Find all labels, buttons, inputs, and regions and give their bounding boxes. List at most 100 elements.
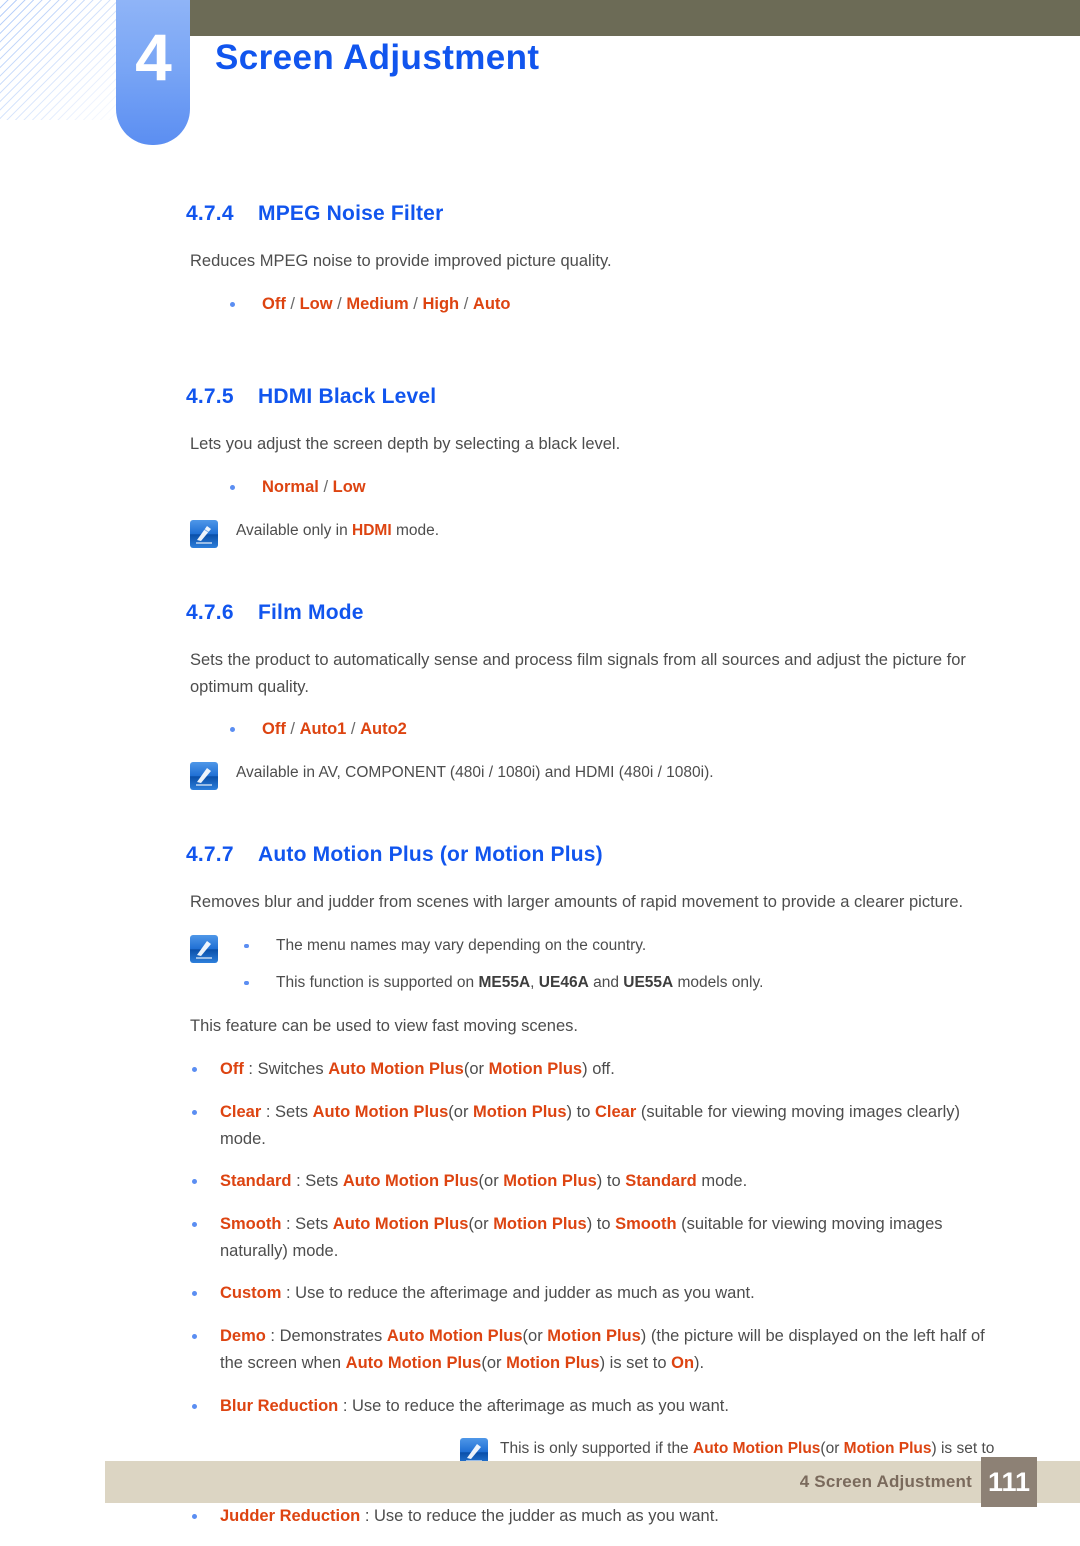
text: to (592, 1214, 616, 1233)
section-number: 4.7.7 (186, 843, 234, 867)
list-item: Clear : Sets Auto Motion Plus(or Motion … (0, 1099, 1010, 1152)
list-item: Off / Low / Medium / High / Auto (0, 291, 1010, 318)
term-motion-plus: Motion Plus (547, 1327, 641, 1346)
page-content: 4.7.4 MPEG Noise Filter Reduces MPEG nois… (0, 150, 1080, 1546)
and: and (588, 973, 624, 991)
text: is set to (936, 1440, 995, 1458)
note-pencil-icon (190, 762, 218, 791)
option-low: Low (332, 478, 366, 497)
section-body-4-7-4: Reduces MPEG noise to provide improved p… (190, 252, 612, 270)
list-item: The menu names may vary depending on the… (236, 934, 1080, 959)
list-item: Smooth : Sets Auto Motion Plus(or Motion… (0, 1211, 1010, 1264)
note-auto-motion-plus: The menu names may vary depending on the… (0, 934, 1080, 996)
text: : Demonstrates (265, 1327, 387, 1346)
list-item: Normal / Low (0, 474, 1010, 501)
term-auto-motion-plus: Auto Motion Plus (386, 1327, 523, 1346)
term-auto-motion-plus: Auto Motion Plus (312, 1102, 449, 1121)
separator: / (332, 294, 347, 313)
text: is set to (605, 1353, 672, 1372)
section-body-4-7-7-b: This feature can be used to view fast mo… (190, 1017, 578, 1036)
text: mode. (696, 1172, 748, 1191)
option-auto2: Auto2 (360, 720, 407, 739)
section-number: 4.7.6 (186, 600, 234, 624)
option-auto1: Auto1 (299, 720, 347, 739)
term-auto-motion-plus: Auto Motion Plus (693, 1440, 821, 1458)
separator: / (285, 294, 300, 313)
note-bullet-list: The menu names may vary depending on the… (236, 934, 1080, 996)
olive-header-bar (190, 0, 1080, 36)
term-motion-plus: Motion Plus (473, 1102, 567, 1121)
page-header: 4 Screen Adjustment (0, 0, 1080, 150)
note-pencil-icon (190, 519, 218, 548)
text: to (602, 1172, 626, 1191)
text: (or (481, 1353, 507, 1372)
note-text-before: Available only in (236, 521, 353, 539)
section-heading-4-7-4: 4.7.4 MPEG Noise Filter (186, 150, 1080, 226)
list-item: Standard : Sets Auto Motion Plus(or Moti… (0, 1168, 1010, 1195)
section-heading-4-7-5: 4.7.5 HDMI Black Level (186, 333, 1080, 409)
chapter-number: 4 (135, 20, 172, 94)
option-judder-reduction: Judder Reduction (220, 1506, 361, 1525)
note-pencil-icon (190, 934, 218, 963)
note-hdmi-mode: Available only in HDMI mode. (0, 519, 1080, 549)
section-title: Auto Motion Plus (or Motion Plus) (258, 843, 603, 867)
text: This is only supported if the (500, 1440, 693, 1458)
option-off: Off (262, 720, 286, 739)
list-item: This function is supported on ME55A, UE4… (236, 971, 1080, 996)
section-heading-4-7-7: 4.7.7 Auto Motion Plus (or Motion Plus) (186, 791, 1080, 867)
list-item: Custom : Use to reduce the afterimage an… (0, 1280, 1010, 1307)
list-item: Off / Auto1 / Auto2 (0, 716, 1010, 743)
option-off: Off (262, 294, 286, 313)
text: : Sets (291, 1172, 343, 1191)
term-motion-plus: Motion Plus (843, 1440, 932, 1458)
term-auto-motion-plus: Auto Motion Plus (332, 1214, 469, 1233)
note-text-after: mode. (391, 521, 440, 539)
note-term-hdmi: HDMI (352, 521, 392, 539)
diagonal-hatch-decoration (0, 0, 118, 120)
text: : Use to reduce the afterimage and judde… (281, 1284, 755, 1303)
note-text-before: This function is supported on (276, 973, 479, 991)
text: : Sets (261, 1102, 313, 1121)
value-clear: Clear (594, 1102, 637, 1121)
term-auto-motion-plus: Auto Motion Plus (342, 1172, 479, 1191)
separator: / (408, 294, 423, 313)
note-text-after: models only. (673, 973, 764, 991)
model-ue46a: UE46A (538, 973, 589, 991)
text: (or (522, 1327, 548, 1346)
options-list-hdmi: Normal / Low (0, 474, 1080, 501)
value-standard: Standard (625, 1172, 697, 1191)
text: (or (820, 1440, 844, 1458)
note-film-availability: Available in AV, COMPONENT (480i / 1080i… (0, 761, 1080, 791)
option-demo: Demo (220, 1327, 266, 1346)
chapter-title: Screen Adjustment (215, 38, 540, 77)
text: off. (587, 1060, 615, 1079)
section-title: MPEG Noise Filter (258, 202, 444, 225)
option-custom: Custom (220, 1284, 282, 1303)
text: : Use to reduce the judder as much as yo… (360, 1506, 719, 1525)
section-number: 4.7.4 (186, 202, 234, 225)
option-off: Off (220, 1060, 244, 1079)
option-blur-reduction: Blur Reduction (220, 1396, 339, 1415)
text: (or (463, 1060, 489, 1079)
option-clear: Clear (220, 1102, 262, 1121)
page-number: 111 (981, 1457, 1037, 1507)
options-list-mpeg: Off / Low / Medium / High / Auto (0, 291, 1080, 318)
term-auto-motion-plus: Auto Motion Plus (345, 1353, 482, 1372)
list-item: Demo : Demonstrates Auto Motion Plus(or … (0, 1323, 1010, 1376)
option-medium: Medium (346, 294, 409, 313)
section-number: 4.7.5 (186, 385, 234, 409)
section-title: Film Mode (258, 600, 364, 624)
separator: / (346, 720, 361, 739)
chapter-number-tab: 4 (116, 0, 190, 145)
note-text: Available in AV, COMPONENT (480i / 1080i… (236, 764, 714, 782)
option-smooth: Smooth (220, 1214, 282, 1233)
list-item: Off : Switches Auto Motion Plus(or Motio… (0, 1056, 1010, 1083)
option-normal: Normal (262, 478, 319, 497)
text: (or (478, 1172, 504, 1191)
text: : Sets (281, 1214, 333, 1233)
term-motion-plus: Motion Plus (503, 1172, 597, 1191)
value-smooth: Smooth (615, 1214, 677, 1233)
model-ue55a: UE55A (623, 973, 674, 991)
text: : Use to reduce the afterimage as much a… (338, 1396, 729, 1415)
section-title: HDMI Black Level (258, 385, 437, 409)
